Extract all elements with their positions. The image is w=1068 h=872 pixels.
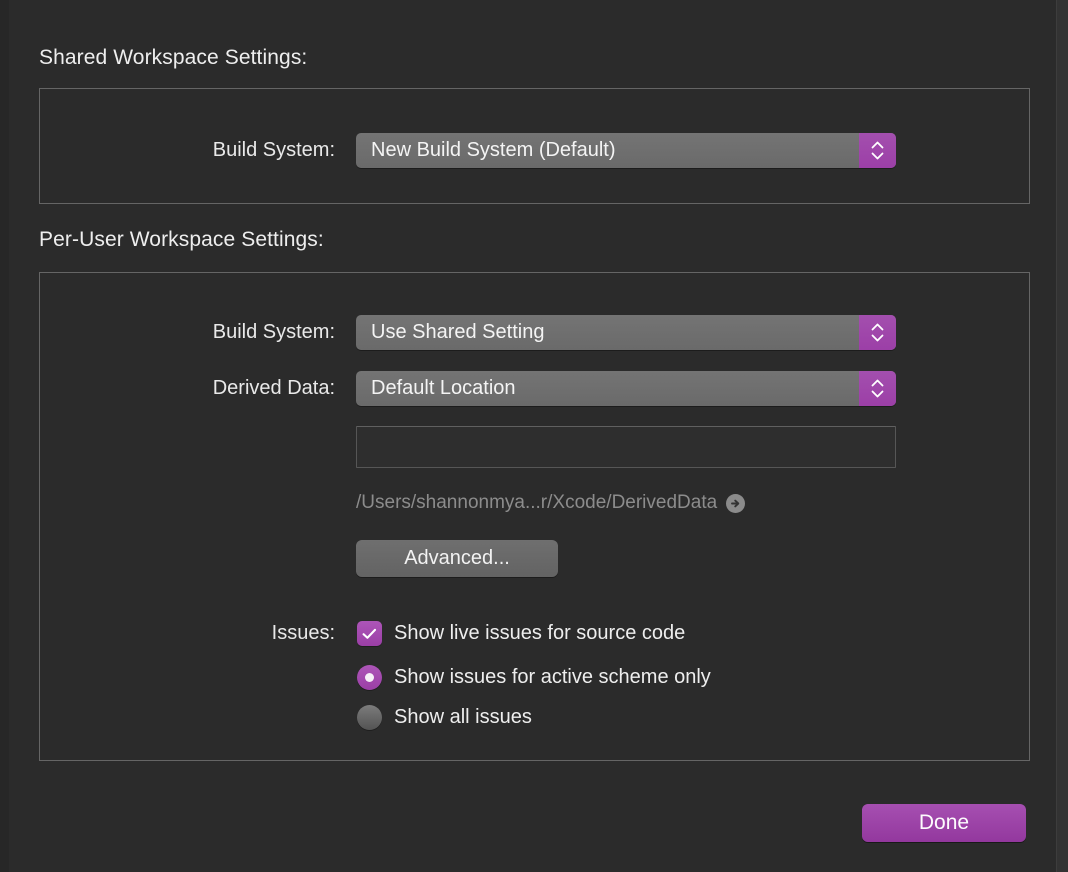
per-user-build-system-label: Build System:	[212, 321, 335, 343]
derived-data-dropdown[interactable]: Default Location	[356, 371, 896, 406]
show-all-issues-radio-row[interactable]: Show all issues	[357, 705, 532, 730]
chevron-up-icon	[871, 323, 884, 331]
show-all-issues-label: Show all issues	[394, 706, 532, 728]
shared-build-system-row: Build System: New Build System (Default)	[170, 133, 896, 168]
per-user-workspace-settings-header: Per-User Workspace Settings:	[39, 228, 324, 251]
show-issues-active-scheme-radio-row[interactable]: Show issues for active scheme only	[357, 665, 711, 690]
shared-build-system-stepper[interactable]	[859, 133, 896, 168]
show-issues-active-scheme-label: Show issues for active scheme only	[394, 666, 711, 688]
derived-data-resolved-path-row: /Users/shannonmya...r/Xcode/DerivedData	[356, 492, 746, 514]
radio-dot	[365, 673, 374, 682]
per-user-build-system-value: Use Shared Setting	[371, 321, 545, 343]
derived-data-stepper[interactable]	[859, 371, 896, 406]
per-user-build-system-stepper[interactable]	[859, 315, 896, 350]
done-button[interactable]: Done	[862, 804, 1026, 842]
derived-data-label: Derived Data:	[212, 377, 335, 399]
advanced-button[interactable]: Advanced...	[356, 540, 558, 577]
show-all-issues-radio[interactable]	[357, 705, 382, 730]
issues-label: Issues:	[271, 622, 335, 644]
per-user-build-system-dropdown[interactable]: Use Shared Setting	[356, 315, 896, 350]
derived-data-row: Derived Data: Default Location	[170, 371, 896, 406]
advanced-button-wrapper: Advanced...	[356, 540, 558, 577]
shared-build-system-label: Build System:	[212, 139, 335, 161]
show-live-issues-label: Show live issues for source code	[394, 622, 686, 644]
window-right-edge	[1056, 0, 1068, 872]
derived-data-path-input[interactable]	[356, 426, 896, 468]
shared-build-system-dropdown[interactable]: New Build System (Default)	[356, 133, 896, 168]
show-live-issues-checkbox-row[interactable]: Show live issues for source code	[357, 621, 685, 646]
chevron-down-icon	[871, 334, 884, 342]
workspace-settings-sheet: Shared Workspace Settings: Build System:…	[0, 0, 1068, 872]
chevron-down-icon	[871, 390, 884, 398]
shared-workspace-settings-header: Shared Workspace Settings:	[39, 46, 308, 69]
chevron-up-icon	[871, 141, 884, 149]
chevron-down-icon	[871, 152, 884, 160]
derived-data-resolved-path: /Users/shannonmya...r/Xcode/DerivedData	[356, 492, 718, 513]
checkmark-icon	[362, 628, 377, 639]
derived-data-path-field-wrapper	[356, 426, 896, 468]
chevron-up-icon	[871, 379, 884, 387]
per-user-build-system-row: Build System: Use Shared Setting	[170, 315, 896, 350]
derived-data-value: Default Location	[371, 377, 516, 399]
arrow-right-circle-icon[interactable]	[726, 493, 746, 513]
shared-build-system-value: New Build System (Default)	[371, 139, 616, 161]
show-issues-active-scheme-radio[interactable]	[357, 665, 382, 690]
show-live-issues-checkbox[interactable]	[357, 621, 382, 646]
